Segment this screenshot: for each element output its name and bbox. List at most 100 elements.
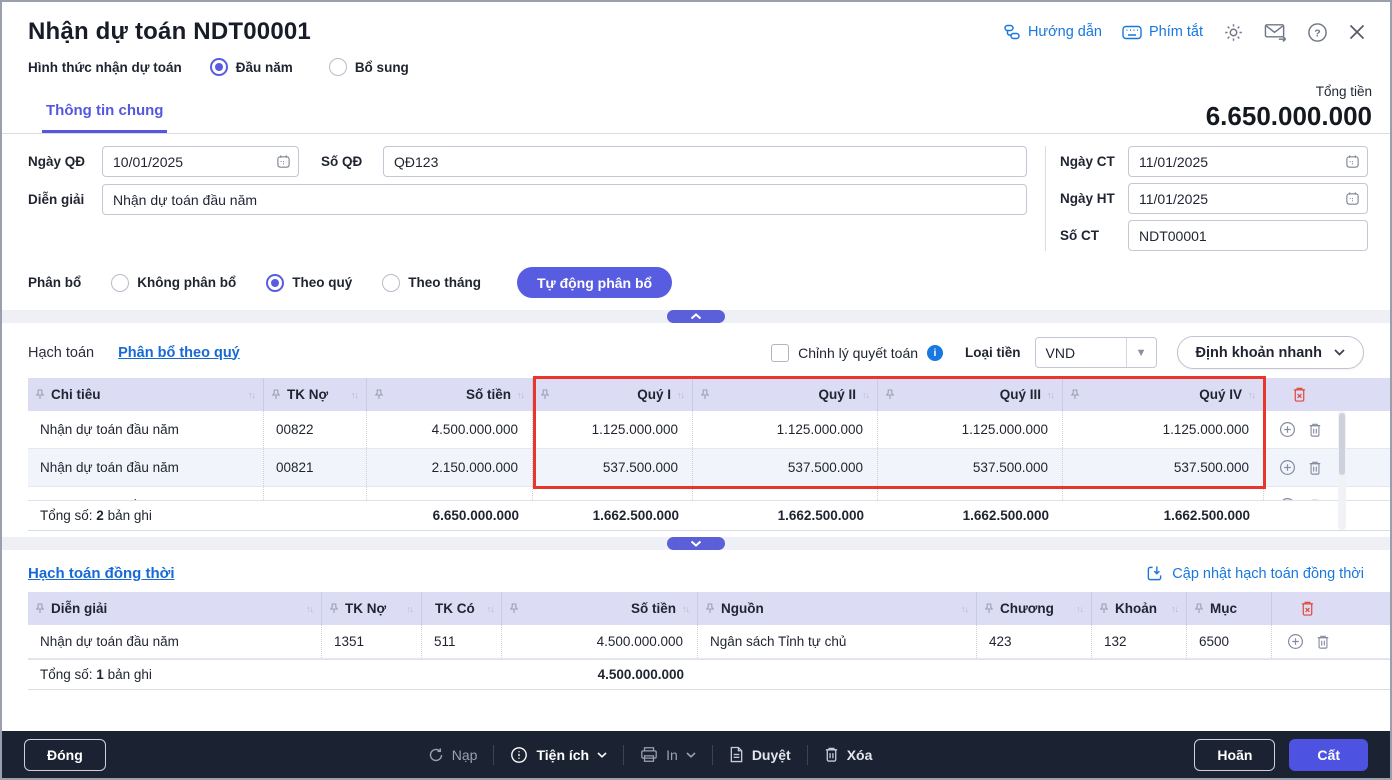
add-row-icon[interactable]	[1279, 497, 1296, 500]
allocation-table-header: Chi tiêu↑↓ TK Nợ↑↓ Số tiền↑↓ Quý I↑↓ Quý…	[28, 378, 1390, 411]
update-download-icon	[1146, 565, 1163, 582]
pin-icon	[329, 603, 339, 614]
col-chi-tieu[interactable]: Chi tiêu↑↓	[28, 378, 264, 411]
col-so-tien[interactable]: Số tiền↑↓	[502, 592, 698, 625]
sort-icon[interactable]: ↑↓	[1076, 604, 1083, 614]
utilities-button[interactable]: Tiện ích	[510, 746, 607, 764]
col-quy-3[interactable]: Quý III↑↓	[878, 378, 1063, 411]
col-chuong[interactable]: Chương↑↓	[977, 592, 1092, 625]
table-row[interactable]: Nhận dự toán đầu năm 00821 2.150.000.000…	[28, 449, 1390, 487]
col-so-tien[interactable]: Số tiền↑↓	[367, 378, 533, 411]
shortcuts-link[interactable]: Phím tắt	[1122, 24, 1203, 40]
ngay-ht-label: Ngày HT	[1060, 191, 1128, 206]
delete-row-icon[interactable]	[1308, 498, 1322, 501]
ngay-ct-input[interactable]	[1128, 146, 1368, 177]
table-row[interactable]: Nhận dự toán đầu năm 1351 511 4.500.000.…	[28, 625, 1390, 659]
table-row[interactable]: Nhận dự toán đầu năm 00822 4.500.000.000…	[28, 411, 1390, 449]
radio-khong-phan-bo[interactable]: Không phân bổ	[111, 274, 236, 292]
svg-text:?: ?	[1314, 27, 1320, 39]
calendar-icon[interactable]	[1345, 191, 1360, 206]
sort-icon[interactable]: ↑↓	[682, 604, 689, 614]
col-dien-giai[interactable]: Diễn giải↑↓	[28, 592, 322, 625]
ngay-qd-input[interactable]	[102, 146, 299, 177]
col-quy-2[interactable]: Quý II↑↓	[693, 378, 878, 411]
col-khoan[interactable]: Khoản↑↓	[1092, 592, 1187, 625]
radio-theo-quy[interactable]: Theo quý	[266, 274, 352, 292]
adjust-settlement-checkbox-group: Chỉnh lý quyết toán i	[771, 344, 943, 362]
quick-entry-button[interactable]: Định khoản nhanh	[1177, 336, 1364, 369]
postpone-button[interactable]: Hoãn	[1194, 739, 1275, 771]
mail-send-icon[interactable]	[1264, 22, 1287, 42]
sort-icon[interactable]: ↑↓	[677, 390, 684, 400]
ngay-ht-input[interactable]	[1128, 183, 1368, 214]
quarter-allocation-link[interactable]: Phân bổ theo quý	[118, 345, 240, 361]
sort-icon[interactable]: ↑↓	[1248, 390, 1255, 400]
simultaneous-link[interactable]: Hạch toán đồng thời	[28, 565, 174, 582]
delete-button[interactable]: Xóa	[824, 746, 873, 763]
tab-thong-tin-chung[interactable]: Thông tin chung	[42, 102, 167, 133]
col-tk-no[interactable]: TK Nợ↑↓	[264, 378, 367, 411]
simultaneous-section-header: Hạch toán đồng thời Cập nhật hạch toán đ…	[2, 550, 1390, 592]
collapse-up-button[interactable]	[667, 310, 725, 323]
calendar-icon[interactable]	[276, 154, 291, 169]
help-icon[interactable]: ?	[1307, 22, 1328, 43]
currency-select[interactable]: VND ▼	[1035, 337, 1157, 368]
approve-button[interactable]: Duyệt	[729, 746, 791, 763]
table-scrollbar[interactable]	[1338, 411, 1346, 530]
adjust-settlement-checkbox[interactable]	[771, 344, 789, 362]
so-ct-input[interactable]	[1128, 220, 1368, 251]
sort-icon[interactable]: ↑↓	[862, 390, 869, 400]
add-row-icon[interactable]	[1279, 459, 1296, 476]
auto-allocate-button[interactable]: Tự động phân bổ	[517, 267, 672, 298]
delete-row-icon[interactable]	[1308, 422, 1322, 438]
save-button[interactable]: Cất	[1289, 739, 1368, 771]
ngay-ct-label: Ngày CT	[1060, 154, 1128, 169]
col-muc[interactable]: Mục	[1187, 592, 1272, 625]
chevron-down-icon	[686, 752, 696, 758]
sort-icon[interactable]: ↑↓	[487, 604, 494, 614]
col-tk-no[interactable]: TK Nợ↑↓	[322, 592, 422, 625]
collapse-down-button[interactable]	[667, 537, 725, 550]
scrollbar-thumb[interactable]	[1339, 413, 1345, 475]
radio-dot	[266, 274, 284, 292]
update-simultaneous-link[interactable]: Cập nhật hạch toán đồng thời	[1146, 565, 1364, 582]
pin-icon	[374, 389, 384, 400]
col-quy-1[interactable]: Quý I↑↓	[533, 378, 693, 411]
delete-all-column[interactable]	[1272, 592, 1344, 625]
delete-row-icon[interactable]	[1308, 460, 1322, 476]
add-row-icon[interactable]	[1287, 633, 1304, 650]
sort-icon[interactable]: ↑↓	[1171, 604, 1178, 614]
add-row-icon[interactable]	[1279, 421, 1296, 438]
sort-icon[interactable]: ↑↓	[517, 390, 524, 400]
radio-theo-thang[interactable]: Theo tháng	[382, 274, 481, 292]
settings-icon[interactable]	[1223, 22, 1244, 43]
delete-row-icon[interactable]	[1316, 634, 1330, 650]
simultaneous-table: Diễn giải↑↓ TK Nợ↑↓ TK Có↑↓ Số tiền↑↓ Ng…	[28, 592, 1390, 690]
total-label: Tổng tiền	[1206, 84, 1372, 99]
col-quy-4[interactable]: Quý IV↑↓	[1063, 378, 1264, 411]
sort-icon[interactable]: ↑↓	[961, 604, 968, 614]
info-icon[interactable]: i	[927, 345, 943, 361]
sort-icon[interactable]: ↑↓	[351, 390, 358, 400]
close-icon[interactable]	[1348, 23, 1366, 41]
radio-bo-sung[interactable]: Bổ sung	[329, 58, 409, 76]
sort-icon[interactable]: ↑↓	[306, 604, 313, 614]
guide-link[interactable]: Hướng dẫn	[1003, 23, 1102, 41]
sort-icon[interactable]: ↑↓	[1047, 390, 1054, 400]
pin-icon	[1194, 603, 1204, 614]
accounting-title: Hạch toán	[28, 345, 94, 361]
so-qd-input[interactable]	[383, 146, 1027, 177]
table-row[interactable]: Nhận dự toán đầu năm 00820	[28, 487, 1390, 500]
col-nguon[interactable]: Nguồn↑↓	[698, 592, 977, 625]
calendar-icon[interactable]	[1345, 154, 1360, 169]
sort-icon[interactable]: ↑↓	[406, 604, 413, 614]
nhan-du-toan-window: Nhận dự toán NDT00001 Hướng dẫn Phím tắt…	[0, 0, 1392, 780]
radio-dau-nam[interactable]: Đầu năm	[210, 58, 293, 76]
sort-icon[interactable]: ↑↓	[248, 390, 255, 400]
dien-giai-input[interactable]	[102, 184, 1027, 215]
delete-all-column[interactable]	[1264, 378, 1336, 411]
close-button[interactable]: Đóng	[24, 739, 106, 771]
print-button[interactable]: In	[640, 746, 696, 763]
reload-button[interactable]: Nạp	[428, 747, 478, 763]
col-tk-co[interactable]: TK Có↑↓	[422, 592, 502, 625]
